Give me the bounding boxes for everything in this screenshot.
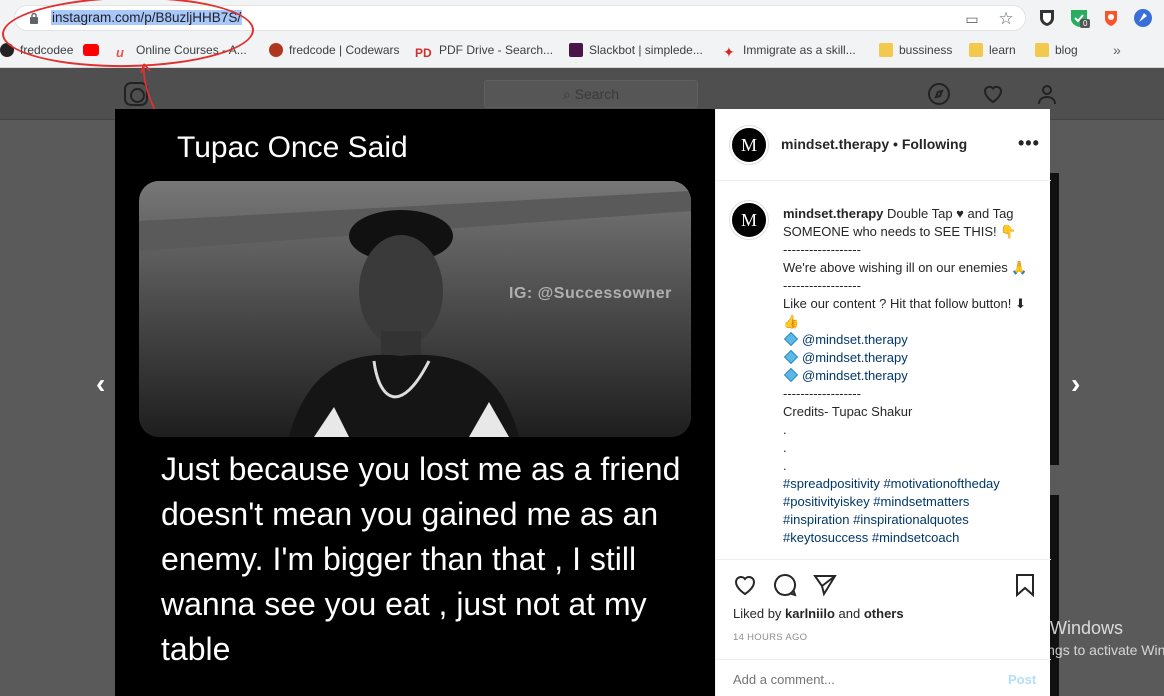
bookmark-item[interactable]: fredcode | Codewars xyxy=(269,39,400,61)
bookmark-star-icon[interactable]: ☆ xyxy=(997,10,1015,28)
liker-username[interactable]: karlniilo xyxy=(785,606,835,621)
like-heart-icon[interactable] xyxy=(732,572,758,598)
following-button[interactable]: Following xyxy=(902,136,967,152)
profile-icon[interactable] xyxy=(1035,82,1059,106)
windows-activation-title: Activate Windows xyxy=(981,618,1124,638)
cast-icon[interactable]: ▭ xyxy=(963,10,981,28)
comment-input[interactable] xyxy=(733,672,983,687)
shield-extension-icon[interactable] xyxy=(1036,7,1058,29)
others-link[interactable]: others xyxy=(864,606,904,621)
diamond-icon xyxy=(783,349,799,365)
hashtag-line[interactable]: #positivityiskey #mindsetmatters xyxy=(783,493,1033,511)
diamond-icon xyxy=(783,367,799,383)
save-bookmark-icon[interactable] xyxy=(1012,572,1038,598)
caption-scroll-area[interactable]: M mindset.therapy Double Tap ♥ and Tag S… xyxy=(716,181,1051,559)
post-image[interactable]: Tupac Once Said IG: @Successowner Just b… xyxy=(115,109,715,696)
mention-link[interactable]: @mindset.therapy xyxy=(802,332,908,347)
background-post-edge xyxy=(1050,173,1059,465)
mention-link[interactable]: @mindset.therapy xyxy=(802,350,908,365)
bookmark-folder[interactable]: blog xyxy=(1035,39,1078,61)
comment-icon[interactable] xyxy=(772,572,798,598)
bookmark-item[interactable]: ✦ Immigrate as a skill... xyxy=(723,39,856,61)
caption-text: mindset.therapy Double Tap ♥ and Tag SOM… xyxy=(783,205,1033,547)
maple-leaf-icon: ✦ xyxy=(723,44,735,60)
rocket-extension-icon[interactable] xyxy=(1132,7,1154,29)
search-input[interactable]: ⌕ Search xyxy=(484,80,698,108)
hashtag-line[interactable]: #keytosuccess #mindsetcoach xyxy=(783,529,1033,547)
caption-username[interactable]: mindset.therapy xyxy=(783,206,883,221)
pdfdrive-icon: PD xyxy=(415,46,432,60)
folder-icon xyxy=(879,43,893,57)
codewars-icon xyxy=(269,43,283,57)
post-details-panel: M mindset.therapy • Following ••• M mind… xyxy=(715,109,1051,696)
share-icon[interactable] xyxy=(812,572,838,598)
heart-activity-icon[interactable] xyxy=(981,82,1005,106)
bookmark-folder[interactable]: learn xyxy=(969,39,1016,61)
tupac-photo: IG: @Successowner xyxy=(139,181,691,437)
bookmark-item[interactable]: PD PDF Drive - Search... xyxy=(415,39,553,61)
bookmark-folder[interactable]: bussiness xyxy=(879,39,952,61)
image-title: Tupac Once Said xyxy=(177,131,408,164)
post-header: M mindset.therapy • Following ••• xyxy=(716,109,1051,181)
username-link[interactable]: mindset.therapy xyxy=(781,136,889,152)
next-post-arrow[interactable]: › xyxy=(1071,368,1080,400)
post-timestamp[interactable]: 14 HOURS AGO xyxy=(733,632,807,643)
post-comment-button[interactable]: Post xyxy=(1008,672,1036,687)
diamond-icon xyxy=(783,331,799,347)
avatar[interactable]: M xyxy=(730,126,768,164)
quote-text: Just because you lost me as a friend doe… xyxy=(161,451,681,667)
folder-icon xyxy=(1035,43,1049,57)
hashtag-line[interactable]: #spreadpositivity #motivationoftheday xyxy=(783,475,1033,493)
avatar[interactable]: M xyxy=(730,201,768,239)
comment-box: Post xyxy=(716,659,1051,696)
brave-extension-icon[interactable] xyxy=(1100,7,1122,29)
mention-link[interactable]: @mindset.therapy xyxy=(802,368,908,383)
extension-badge: 0 xyxy=(1080,19,1091,28)
background-post-edge xyxy=(1050,495,1059,696)
explore-compass-icon[interactable] xyxy=(927,82,951,106)
hashtag-line[interactable]: #inspiration #inspirationalquotes xyxy=(783,511,1033,529)
separator-dot: • xyxy=(893,136,898,152)
slack-icon xyxy=(569,43,583,57)
windows-activation-subtitle: Go to Settings to activate Windows. xyxy=(981,642,1164,658)
likes-summary: Liked by karlniilo and others xyxy=(733,606,904,621)
image-watermark: IG: @Successowner xyxy=(509,285,672,302)
bookmarks-overflow-button[interactable]: » xyxy=(1113,39,1121,61)
more-options-icon[interactable]: ••• xyxy=(1018,133,1040,154)
browser-chrome: instagram.com/p/B8uzljHHB7S/ ▭ ☆ 0 fredc… xyxy=(0,0,1164,70)
previous-post-arrow[interactable]: ‹ xyxy=(96,368,105,400)
bookmark-item[interactable]: Slackbot | simplede... xyxy=(569,39,703,61)
folder-icon xyxy=(969,43,983,57)
